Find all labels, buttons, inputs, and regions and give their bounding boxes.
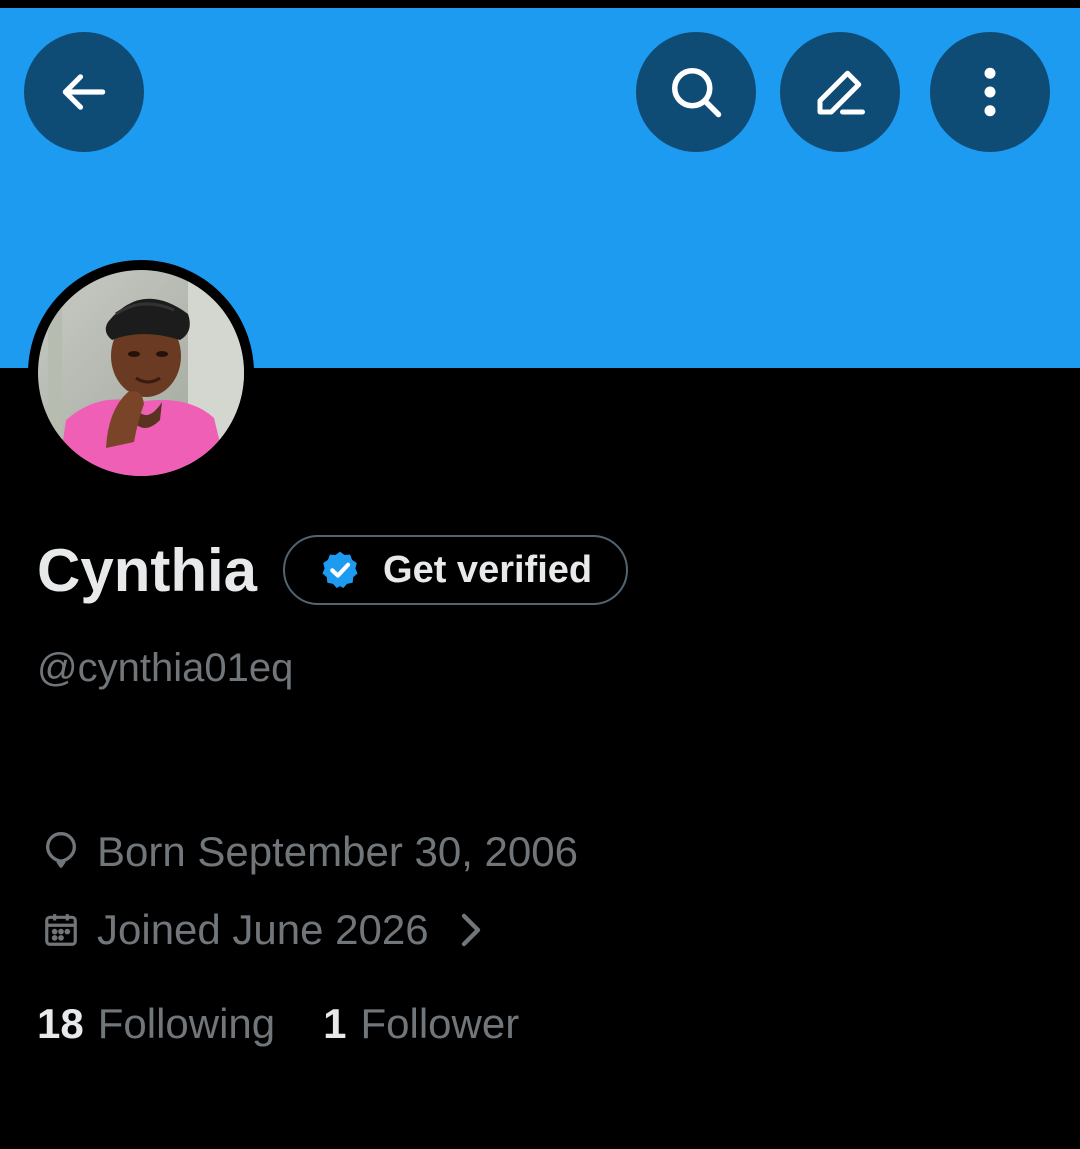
more-options-button[interactable] [930, 32, 1050, 152]
get-verified-button[interactable]: Get verified [283, 535, 629, 605]
followers-link[interactable]: 1 Follower [323, 1000, 519, 1048]
search-button[interactable] [636, 32, 756, 152]
cut-off-text-tops [40, 1128, 1040, 1149]
joined-row[interactable]: Joined June 2026 [37, 906, 483, 954]
following-count: 18 [37, 1000, 84, 1047]
following-label: Following [97, 1000, 276, 1047]
arrow-left-icon [62, 74, 106, 110]
birthday-row: Born September 30, 2006 [37, 828, 578, 876]
verified-badge-icon [322, 551, 358, 589]
avatar-photo [38, 270, 244, 476]
avatar[interactable] [38, 270, 244, 476]
display-name: Cynthia [37, 536, 258, 604]
follow-stats: 18 Following 1 Follower [37, 1000, 519, 1048]
edit-profile-button[interactable] [780, 32, 900, 152]
back-button[interactable] [24, 32, 144, 152]
balloon-icon [37, 830, 85, 874]
follower-label: Follower [360, 1000, 520, 1047]
following-link[interactable]: 18 Following [37, 1000, 275, 1048]
status-bar-strip [0, 0, 1080, 8]
calendar-icon [37, 910, 85, 950]
chevron-right-icon [457, 910, 483, 950]
more-vertical-icon [984, 67, 996, 117]
search-icon [672, 68, 722, 118]
profile-screen: Cynthia Get verified @cynthia01eq Born S… [0, 0, 1080, 1149]
get-verified-label: Get verified [383, 548, 593, 591]
avatar-ring[interactable] [28, 260, 254, 486]
pencil-icon [817, 70, 865, 115]
profile-handle: @cynthia01eq [37, 646, 294, 690]
name-row: Cynthia Get verified [37, 530, 629, 610]
birthday-text: Born September 30, 2006 [97, 828, 578, 875]
joined-text: Joined June 2026 [97, 906, 429, 953]
follower-count: 1 [323, 1000, 347, 1047]
